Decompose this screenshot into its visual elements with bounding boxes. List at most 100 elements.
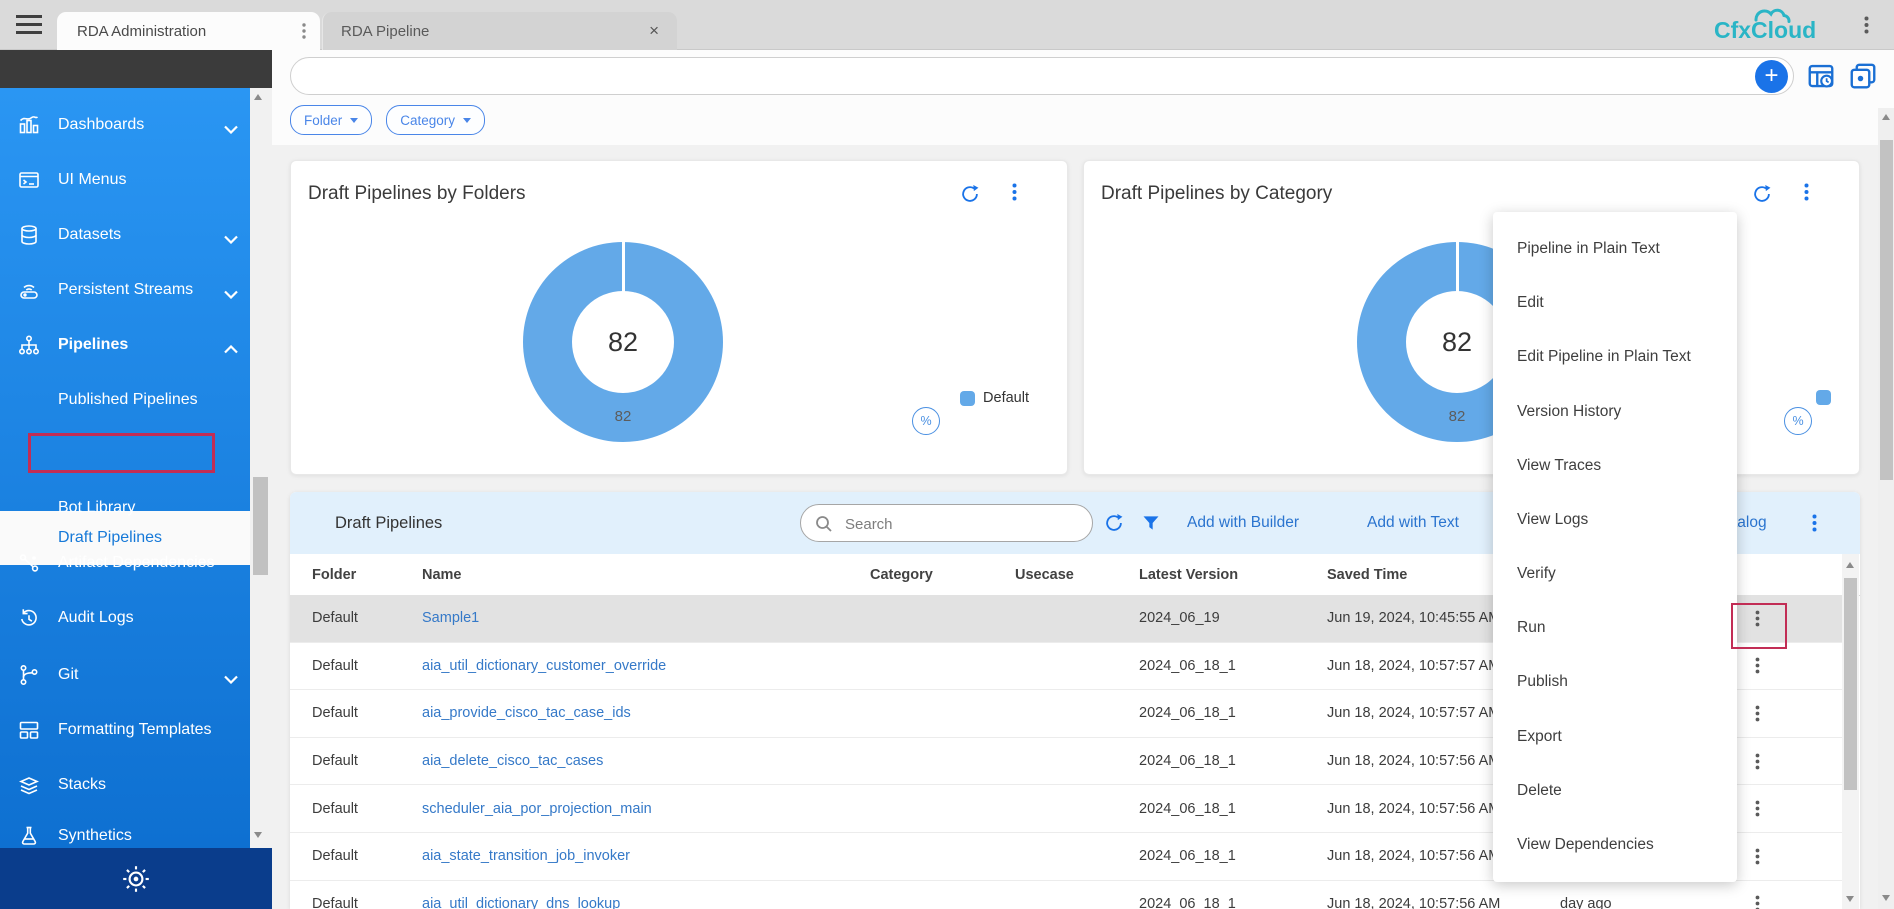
filter-funnel-icon[interactable] — [1141, 513, 1161, 538]
tab-rda-administration[interactable]: RDA Administration — [57, 12, 320, 50]
sidebar-item-formatting-templates[interactable]: Formatting Templates — [0, 708, 250, 752]
sidebar-item-pipelines[interactable]: Pipelines — [0, 323, 250, 367]
table-refresh-icon[interactable] — [1103, 512, 1125, 539]
sidebar-item-label: Published Pipelines — [58, 391, 198, 409]
chart-card-folders: Draft Pipelines by Folders Default 82 82… — [290, 160, 1068, 475]
row-kebab-icon[interactable] — [1742, 833, 1772, 880]
menu-item-edit[interactable]: Edit — [1493, 276, 1737, 330]
chart-legend[interactable]: Default — [960, 390, 1029, 406]
menu-item-view-logs[interactable]: View Logs — [1493, 493, 1737, 547]
refresh-icon[interactable] — [959, 183, 981, 210]
sidebar-item-synthetics[interactable]: Synthetics — [0, 814, 250, 848]
pipeline-name-link[interactable]: scheduler_aia_por_projection_main — [422, 801, 652, 817]
column-header-name[interactable]: Name — [422, 554, 462, 595]
pipelines-icon — [16, 333, 42, 357]
card-kebab-icon[interactable] — [1804, 183, 1809, 206]
row-kebab-icon[interactable] — [1742, 643, 1772, 690]
tab-close-icon[interactable]: × — [649, 21, 659, 41]
row-kebab-icon[interactable] — [1742, 738, 1772, 785]
add-with-builder-button[interactable]: Add with Builder — [1187, 492, 1299, 554]
tab-kebab-icon[interactable] — [302, 23, 306, 43]
menu-item-view-traces[interactable]: View Traces — [1493, 439, 1737, 493]
menu-item-version-history[interactable]: Version History — [1493, 385, 1737, 439]
donut-chart-folders[interactable]: 82 82 — [523, 242, 723, 442]
cell-folder: Default — [312, 690, 358, 737]
row-kebab-icon[interactable] — [1742, 690, 1772, 737]
row-kebab-icon[interactable] — [1742, 595, 1772, 642]
hamburger-menu-icon[interactable] — [16, 15, 42, 34]
sidebar-item-persistent-streams[interactable]: Persistent Streams — [0, 268, 250, 312]
cell-version: 2024_06_18_1 — [1139, 785, 1236, 832]
sidebar-item-label: UI Menus — [58, 171, 126, 189]
pipeline-name-link[interactable]: aia_delete_cisco_tac_cases — [422, 753, 603, 769]
sidebar-item-label: Audit Logs — [58, 609, 134, 627]
menu-item-publish[interactable]: Publish — [1493, 655, 1737, 709]
table-scrollbar[interactable] — [1842, 554, 1859, 909]
pipeline-name-link[interactable]: aia_util_dictionary_dns_lookup — [422, 896, 620, 909]
refresh-icon[interactable] — [1751, 183, 1773, 210]
percent-toggle-badge[interactable]: % — [912, 407, 940, 435]
menu-item-export[interactable]: Export — [1493, 710, 1737, 764]
page-scrollbar[interactable] — [1878, 108, 1894, 909]
cell-version: 2024_06_18_1 — [1139, 881, 1236, 909]
menu-item-edit-pipeline-in-plain-text[interactable]: Edit Pipeline in Plain Text — [1493, 330, 1737, 384]
folder-filter-chip[interactable]: Folder — [290, 105, 372, 135]
menu-item-pipeline-in-plain-text[interactable]: Pipeline in Plain Text — [1493, 222, 1737, 276]
cell-folder: Default — [312, 785, 358, 832]
add-with-text-button[interactable]: Add with Text — [1367, 492, 1459, 554]
window-kebab-icon[interactable] — [1864, 16, 1869, 39]
table-scrollbar-thumb[interactable] — [1844, 578, 1857, 790]
pipeline-name-link[interactable]: aia_util_dictionary_customer_override — [422, 658, 666, 674]
scroll-down-arrow[interactable] — [1846, 896, 1854, 902]
sidebar-item-audit-logs[interactable]: Audit Logs — [0, 596, 250, 640]
table-search-input[interactable] — [843, 510, 1077, 538]
table-row[interactable]: Default aia_util_dictionary_dns_lookup 2… — [290, 881, 1842, 909]
sidebar-item-bot-library[interactable]: Bot Library — [0, 486, 250, 530]
column-header-latest-version[interactable]: Latest Version — [1139, 554, 1238, 595]
sidebar-item-artifact-dependencies[interactable]: Artifact Dependencies — [0, 541, 250, 585]
sidebar-item-git[interactable]: Git — [0, 653, 250, 697]
sidebar-scrollbar[interactable] — [250, 88, 272, 848]
scroll-up-arrow[interactable] — [254, 94, 262, 100]
sidebar-item-published-pipelines[interactable]: Published Pipelines — [0, 378, 250, 422]
menu-item-delete[interactable]: Delete — [1493, 764, 1737, 818]
copy-save-icon[interactable] — [1848, 61, 1878, 91]
scroll-up-arrow[interactable] — [1846, 562, 1854, 568]
column-header-category[interactable]: Category — [870, 554, 933, 595]
artifact-dependencies-icon — [16, 551, 42, 575]
add-button[interactable]: + — [1755, 60, 1788, 93]
chevron-up-icon — [224, 341, 238, 359]
page-scrollbar-thumb[interactable] — [1880, 140, 1893, 480]
pipeline-name-link[interactable]: Sample1 — [422, 610, 479, 626]
percent-toggle-badge[interactable]: % — [1784, 407, 1812, 435]
global-search-input[interactable] — [309, 62, 1733, 92]
cell-folder: Default — [312, 595, 358, 642]
sidebar-item-stacks[interactable]: Stacks — [0, 763, 250, 807]
menu-item-verify[interactable]: Verify — [1493, 547, 1737, 601]
menu-item-view-dependencies[interactable]: View Dependencies — [1493, 818, 1737, 872]
chevron-down-icon — [463, 118, 471, 123]
category-filter-chip[interactable]: Category — [386, 105, 485, 135]
column-header-usecase[interactable]: Usecase — [1015, 554, 1074, 595]
history-table-icon[interactable] — [1806, 61, 1836, 91]
sidebar-item-dashboards[interactable]: Dashboards — [0, 103, 250, 147]
tab-rda-pipeline[interactable]: RDA Pipeline × — [322, 12, 677, 50]
table-kebab-icon[interactable] — [1812, 514, 1817, 537]
row-kebab-icon[interactable] — [1742, 881, 1772, 909]
legend-swatch — [1816, 390, 1831, 405]
sidebar-item-ui-menus[interactable]: UI Menus — [0, 158, 250, 202]
pipeline-name-link[interactable]: aia_provide_cisco_tac_case_ids — [422, 705, 631, 721]
pipeline-name-link[interactable]: aia_state_transition_job_invoker — [422, 848, 630, 864]
column-header-folder[interactable]: Folder — [312, 554, 356, 595]
scroll-down-arrow[interactable] — [1882, 895, 1890, 901]
row-kebab-icon[interactable] — [1742, 785, 1772, 832]
card-kebab-icon[interactable] — [1012, 183, 1017, 206]
column-header-saved-time[interactable]: Saved Time — [1327, 554, 1407, 595]
sidebar-item-datasets[interactable]: Datasets — [0, 213, 250, 257]
sidebar-scrollbar-thumb[interactable] — [253, 477, 268, 575]
scroll-up-arrow[interactable] — [1882, 114, 1890, 120]
settings-gear-icon[interactable] — [120, 863, 152, 895]
chart-legend[interactable] — [1816, 390, 1831, 405]
menu-item-run[interactable]: Run — [1493, 601, 1737, 655]
scroll-down-arrow[interactable] — [254, 832, 262, 838]
